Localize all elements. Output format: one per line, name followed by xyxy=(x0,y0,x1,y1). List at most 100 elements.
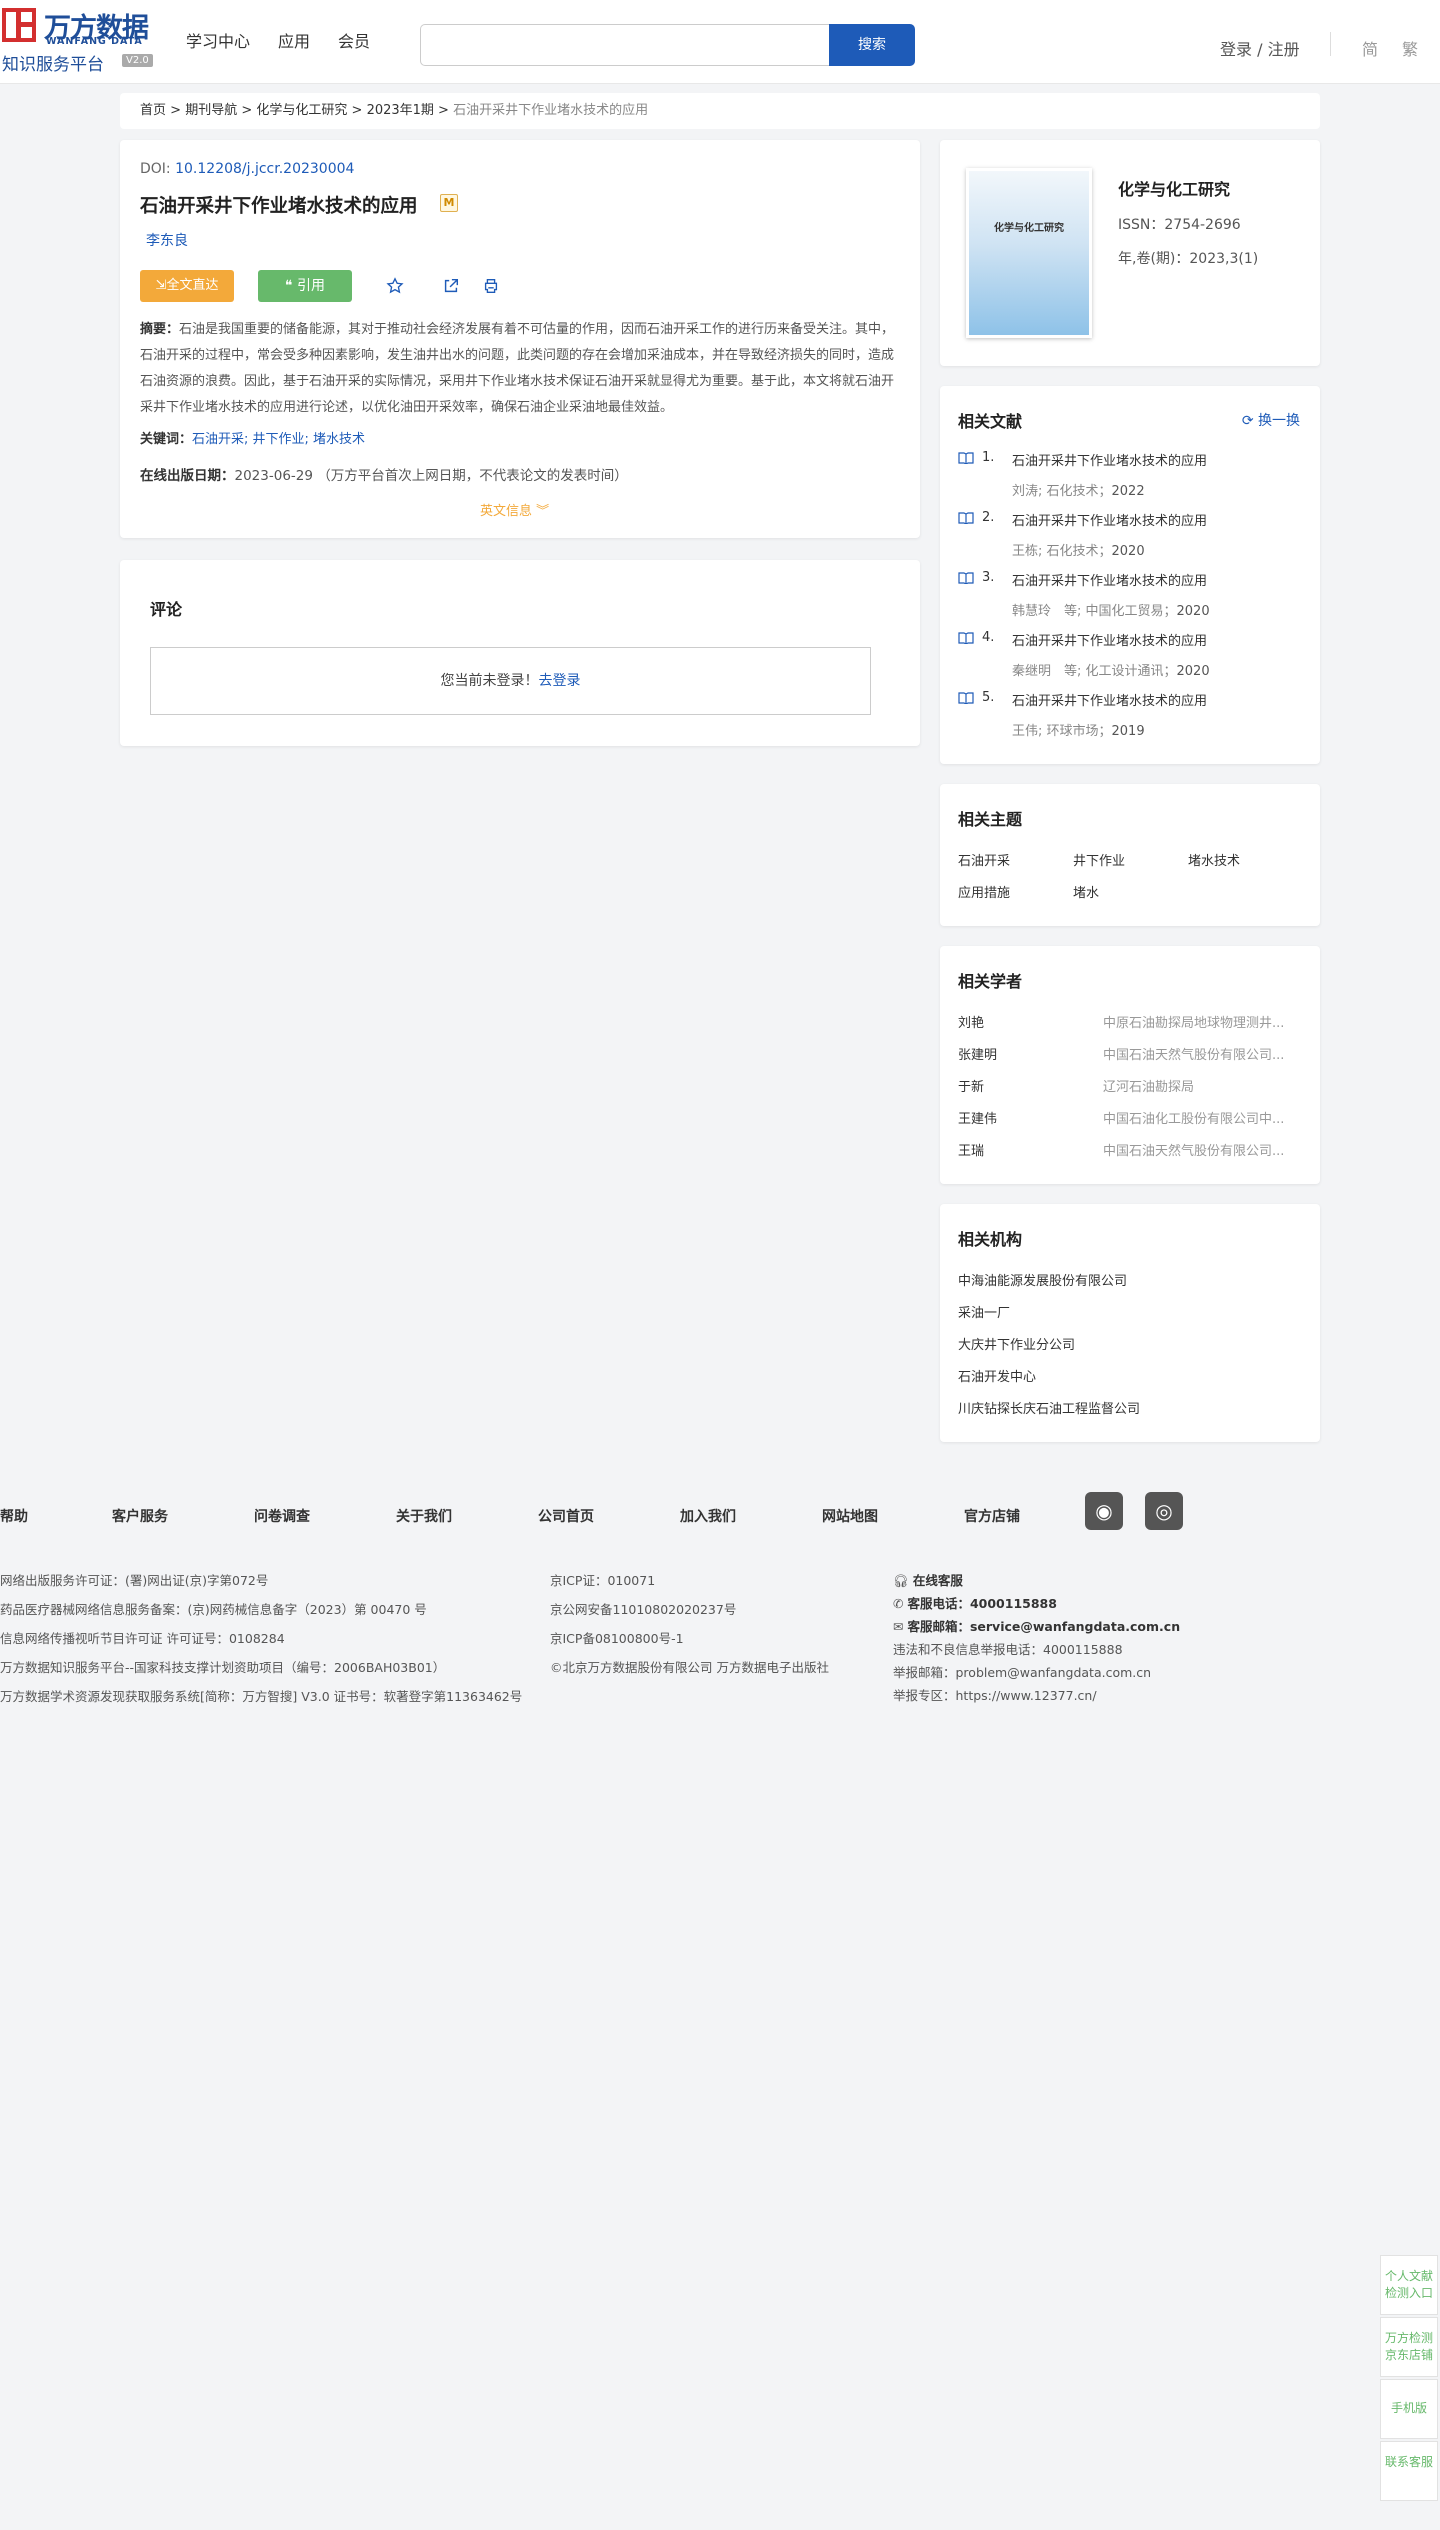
related-doc-num: 4. xyxy=(982,630,995,645)
scholar-name[interactable]: 王建伟 xyxy=(958,1108,997,1127)
journal-volume: 年,卷(期)：2023,3(1) xyxy=(1118,251,1259,267)
related-doc-title[interactable]: 石油开采井下作业堵水技术的应用 xyxy=(1012,630,1207,649)
mail-icon: ✉ xyxy=(893,1619,908,1634)
comment-login-link[interactable]: 去登录 xyxy=(539,673,581,689)
scholar-name[interactable]: 刘艳 xyxy=(958,1012,984,1031)
institution-link[interactable]: 中海油能源发展股份有限公司 xyxy=(958,1270,1127,1289)
doi-link[interactable]: 10.12208/j.jccr.20230004 xyxy=(175,161,354,177)
related-doc-meta: 刘涛; 石化技术；2022 xyxy=(1012,480,1145,499)
breadcrumb-home[interactable]: 首页 xyxy=(140,103,166,118)
related-doc-year: 2020 xyxy=(1176,664,1210,679)
institution-link[interactable]: 石油开发中心 xyxy=(958,1366,1036,1385)
lang-traditional[interactable]: 繁 xyxy=(1402,36,1418,60)
related-doc-title[interactable]: 石油开采井下作业堵水技术的应用 xyxy=(1012,450,1207,469)
institution-link[interactable]: 川庆钻探长庆石油工程监督公司 xyxy=(958,1398,1140,1417)
scholar-name[interactable]: 于新 xyxy=(958,1076,984,1095)
english-info-label: 英文信息 xyxy=(480,504,533,519)
search-input[interactable] xyxy=(420,24,830,66)
topic-tag[interactable]: 应用措施 xyxy=(958,882,1010,901)
share-icon[interactable] xyxy=(442,277,460,295)
service-email-value[interactable]: service@wanfangdata.com.cn xyxy=(970,1619,1180,1634)
nav-learning-center[interactable]: 学习中心 xyxy=(186,28,250,52)
scholar-name[interactable]: 王瑞 xyxy=(958,1140,984,1159)
float-contact-service[interactable]: 联系客服 xyxy=(1380,2441,1438,2501)
breadcrumb-separator: > xyxy=(237,103,257,118)
comment-card: 评论 您当前未登录！去登录 xyxy=(120,560,920,746)
related-doc-title[interactable]: 石油开采井下作业堵水技术的应用 xyxy=(1012,690,1207,709)
breadcrumb-journal[interactable]: 化学与化工研究 xyxy=(256,103,347,118)
refresh-button[interactable]: ⟳ 换一换 xyxy=(1242,410,1300,430)
footer-link-survey[interactable]: 问卷调查 xyxy=(254,1506,310,1526)
fulltext-button[interactable]: ⇲全文直达 xyxy=(140,270,234,302)
quote-icon: ❝ xyxy=(285,278,297,294)
related-doc-num: 3. xyxy=(982,570,995,585)
scholar-org: 中国石油天然气股份有限公司... xyxy=(1103,1144,1285,1159)
topic-tag[interactable]: 堵水技术 xyxy=(1188,850,1240,869)
breadcrumb-journals[interactable]: 期刊导航 xyxy=(185,103,237,118)
logo-mark-icon xyxy=(2,8,36,42)
scholar-org: 中原石油勘探局地球物理测井... xyxy=(1103,1016,1285,1031)
journal-card: 化学与化工研究 化学与化工研究 ISSN：2754-2696 年,卷(期)：20… xyxy=(940,140,1320,366)
topic-tag[interactable]: 井下作业 xyxy=(1073,850,1125,869)
cite-button[interactable]: ❝ 引用 xyxy=(258,270,352,302)
version-badge: V2.0 xyxy=(122,54,153,67)
online-service-label: 在线客服 xyxy=(912,1573,963,1588)
wechat-icon[interactable]: ◎ xyxy=(1145,1492,1183,1530)
footer-link-company-home[interactable]: 公司首页 xyxy=(538,1506,594,1526)
wanfang-logo[interactable]: 万方数据 WANFANG DATA 知识服务平台 V2.0 xyxy=(0,8,160,75)
abstract-label: 摘要： xyxy=(140,322,180,337)
footer-link-join-us[interactable]: 加入我们 xyxy=(680,1506,736,1526)
related-doc-title[interactable]: 石油开采井下作业堵水技术的应用 xyxy=(1012,510,1207,529)
service-phone-label: 客服电话： xyxy=(907,1596,970,1611)
related-doc-num: 2. xyxy=(982,510,995,525)
keyword-links[interactable]: 石油开采; 井下作业; 堵水技术 xyxy=(192,432,365,447)
english-info-toggle[interactable]: 英文信息 ︾ xyxy=(480,500,549,519)
search-button[interactable]: 搜索 xyxy=(829,24,915,66)
star-icon[interactable] xyxy=(386,277,404,295)
breadcrumb-separator: > xyxy=(433,103,454,118)
footer-link-about[interactable]: 关于我们 xyxy=(396,1506,452,1526)
related-doc-source: 王栋; 石化技术； xyxy=(1012,544,1112,559)
institution-link[interactable]: 大庆井下作业分公司 xyxy=(958,1334,1075,1353)
weibo-icon[interactable]: ◉ xyxy=(1085,1492,1123,1530)
topic-tag[interactable]: 石油开采 xyxy=(958,850,1010,869)
article-card: DOI: 10.12208/j.jccr.20230004 石油开采井下作业堵水… xyxy=(120,140,920,538)
report-email[interactable]: 举报邮箱：problem@wanfangdata.com.cn xyxy=(893,1662,1151,1681)
float-jd-store[interactable]: 万方检测京东店铺 xyxy=(1380,2317,1438,2377)
service-email-label: 客服邮箱： xyxy=(907,1619,970,1634)
phone-icon: ✆ xyxy=(893,1596,908,1611)
logo-subtitle: 知识服务平台 xyxy=(2,55,104,75)
abstract-text: 石油是我国重要的储备能源，其对于推动社会经济发展有着不可估量的作用，因而石油开采… xyxy=(140,322,895,415)
breadcrumb-issue[interactable]: 2023年1期 xyxy=(367,103,434,118)
related-doc-num: 5. xyxy=(982,690,995,705)
author-link[interactable]: 李东良 xyxy=(146,230,188,250)
report-zone[interactable]: 举报专区：https://www.12377.cn/ xyxy=(893,1685,1097,1704)
footer-link-sitemap[interactable]: 网站地图 xyxy=(822,1506,878,1526)
m-badge-icon: M xyxy=(440,194,458,212)
online-service[interactable]: 🎧︎ 在线客服 xyxy=(893,1570,963,1589)
related-doc-title[interactable]: 石油开采井下作业堵水技术的应用 xyxy=(1012,570,1207,589)
top-header: 万方数据 WANFANG DATA 知识服务平台 V2.0 学习中心 应用 会员… xyxy=(0,0,1440,84)
nav-apps[interactable]: 应用 xyxy=(278,28,310,52)
float-plagiarism-check[interactable]: 个人文献检测入口 xyxy=(1380,2255,1438,2315)
footer-link-official-store[interactable]: 官方店铺 xyxy=(964,1506,1020,1526)
cite-label: 引用 xyxy=(296,278,325,294)
lang-simplified[interactable]: 简 xyxy=(1362,36,1378,60)
float-mobile[interactable]: 手机版 xyxy=(1380,2379,1438,2439)
scholar-name[interactable]: 张建明 xyxy=(958,1044,997,1063)
footer-license-line: 万方数据学术资源发现获取服务系统[简称：万方智搜] V3.0 证书号：软著登字第… xyxy=(0,1689,523,1704)
related-doc-year: 2020 xyxy=(1176,604,1210,619)
journal-cover[interactable]: 化学与化工研究 xyxy=(966,168,1092,338)
topic-tag[interactable]: 堵水 xyxy=(1073,882,1099,901)
institution-link[interactable]: 采油一厂 xyxy=(958,1302,1010,1321)
book-icon xyxy=(958,572,974,584)
nav-membership[interactable]: 会员 xyxy=(338,28,370,52)
service-phone-value: 4000115888 xyxy=(969,1596,1057,1611)
journal-name[interactable]: 化学与化工研究 xyxy=(1118,176,1230,200)
footer-link-help[interactable]: 帮助 xyxy=(0,1506,28,1526)
footer-link-customer-service[interactable]: 客户服务 xyxy=(112,1506,168,1526)
print-icon[interactable] xyxy=(482,277,500,295)
scholar-org: 辽河石油勘探局 xyxy=(1103,1080,1195,1095)
related-doc-meta: 王伟; 环球市场；2019 xyxy=(1012,720,1145,739)
login-register-link[interactable]: 登录 / 注册 xyxy=(1220,36,1300,60)
